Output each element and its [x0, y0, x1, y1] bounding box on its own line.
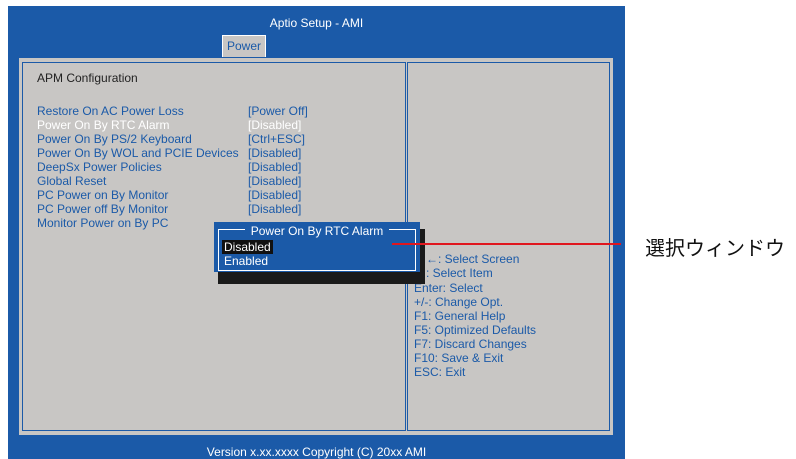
help-change-opt: +/-: Change Opt.	[414, 295, 504, 309]
setting-value[interactable]: [Disabled]	[248, 118, 301, 132]
setting-restore-ac-power-loss[interactable]: Restore On AC Power Loss	[37, 104, 184, 118]
help-exit: ESC: Exit	[414, 365, 466, 379]
help-select-screen: →←: Select Screen	[414, 252, 520, 266]
setting-wol-pcie[interactable]: Power On By WOL and PCIE Devices	[37, 146, 239, 160]
help-select-item: ↑↓: Select Item	[414, 266, 493, 280]
popup-title: Power On By RTC Alarm	[214, 222, 420, 240]
option-enabled[interactable]: Enabled	[222, 254, 270, 268]
help-optimized-defaults: F5: Optimized Defaults	[414, 323, 537, 337]
setting-value[interactable]: [Disabled]	[248, 202, 301, 216]
help-general-help: F1: General Help	[414, 309, 506, 323]
section-title: APM Configuration	[37, 71, 138, 85]
option-disabled[interactable]: Disabled	[222, 240, 273, 254]
window-title: Aptio Setup - AMI	[269, 16, 364, 30]
footer-version: Version x.xx.xxxx Copyright (C) 20xx AMI	[206, 445, 427, 459]
setting-value[interactable]: [Disabled]	[248, 188, 301, 202]
callout-label: 選択ウィンドウ	[645, 236, 785, 260]
selection-popup: Power On By RTC Alarm Disabled Enabled	[214, 222, 420, 272]
help-save-exit: F10: Save & Exit	[414, 351, 504, 365]
callout-pointer-line	[392, 243, 621, 245]
help-discard-changes: F7: Discard Changes	[414, 337, 527, 351]
setting-value[interactable]: [Disabled]	[248, 174, 301, 188]
setting-deepsx[interactable]: DeepSx Power Policies	[37, 160, 162, 174]
setting-monitor-power-on-pc[interactable]: Monitor Power on By PC	[37, 216, 168, 230]
setting-pc-power-off-monitor[interactable]: PC Power off By Monitor	[37, 202, 168, 216]
tab-power[interactable]: Power	[222, 35, 266, 57]
setting-value[interactable]: [Power Off]	[248, 104, 308, 118]
popup-title-text: Power On By RTC Alarm	[244, 224, 390, 238]
setting-rtc-alarm[interactable]: Power On By RTC Alarm	[37, 118, 169, 132]
setting-value[interactable]: [Disabled]	[248, 146, 301, 160]
bios-screen: Aptio Setup - AMI Power APM Configuratio…	[8, 6, 625, 459]
setting-global-reset[interactable]: Global Reset	[37, 174, 106, 188]
setting-value[interactable]: [Ctrl+ESC]	[248, 132, 305, 146]
setting-ps2-keyboard[interactable]: Power On By PS/2 Keyboard	[37, 132, 192, 146]
setting-value[interactable]: [Disabled]	[248, 160, 301, 174]
setting-pc-power-on-monitor[interactable]: PC Power on By Monitor	[37, 188, 168, 202]
